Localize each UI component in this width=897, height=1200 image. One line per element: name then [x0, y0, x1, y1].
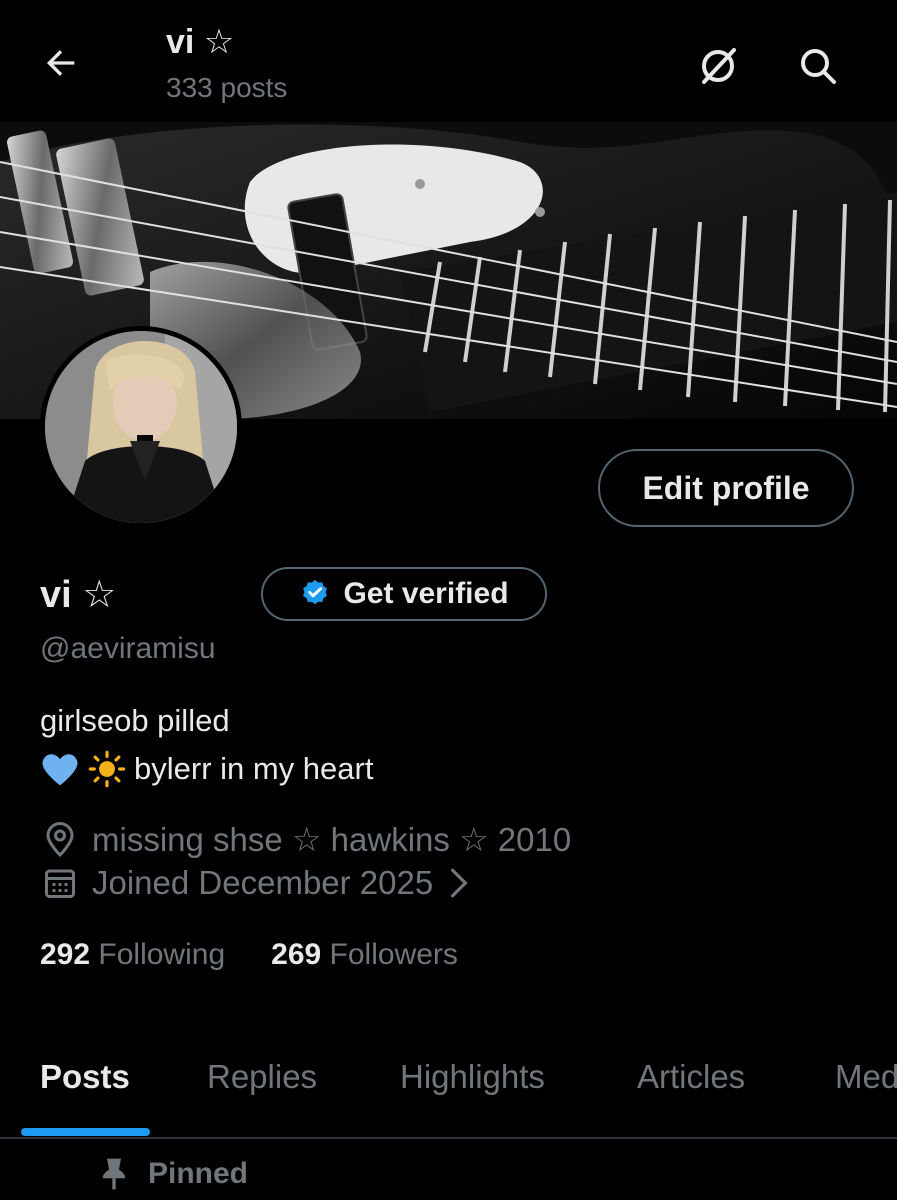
bio-line-1: girlseob pilled: [40, 703, 230, 738]
tab-divider: [0, 1137, 897, 1139]
location-text: missing shse ☆ hawkins ☆ 2010: [92, 821, 572, 858]
pinned-label: Pinned: [148, 1157, 249, 1190]
arrow-left-icon: [46, 50, 75, 76]
location-pin-icon: [46, 821, 74, 857]
following-count: 292: [40, 938, 91, 971]
tab-replies[interactable]: Replies: [207, 1058, 317, 1096]
tab-highlights[interactable]: Highlights: [400, 1058, 545, 1096]
active-tab-indicator: [21, 1128, 150, 1136]
back-button[interactable]: [38, 40, 84, 86]
grok-button[interactable]: [690, 38, 746, 94]
verified-badge-icon: [303, 580, 328, 605]
profile-avatar[interactable]: [40, 326, 242, 528]
bio-line-2-text: bylerr in my heart: [134, 751, 374, 786]
blue-heart-icon: [42, 754, 78, 786]
joined-text: Joined December 2025: [92, 864, 434, 901]
follow-stats: 292 Following 269 Followers: [40, 938, 458, 972]
followers-label: Followers: [329, 938, 458, 971]
profile-location: missing shse ☆ hawkins ☆ 2010: [42, 820, 571, 859]
chevron-right-icon: [451, 868, 468, 898]
get-verified-label: Get verified: [343, 577, 509, 610]
profile-joined-date[interactable]: Joined December 2025: [42, 864, 471, 902]
bio-line-2: bylerr in my heart: [40, 750, 373, 788]
profile-handle: @aeviramisu: [40, 632, 216, 665]
pinned-indicator: Pinned: [100, 1157, 248, 1191]
search-button[interactable]: [790, 38, 846, 94]
pin-icon: [102, 1158, 126, 1190]
tab-posts[interactable]: Posts: [40, 1058, 130, 1096]
avatar-photo: [45, 331, 237, 523]
following-label: Following: [98, 938, 226, 971]
header-title: vi ☆: [166, 23, 235, 61]
profile-display-name: vi ☆: [40, 574, 117, 616]
followers-count: 269: [271, 938, 322, 971]
sun-icon: [88, 750, 126, 788]
header-post-count: 333 posts: [166, 72, 288, 103]
edit-profile-button[interactable]: Edit profile: [598, 449, 854, 527]
search-icon: [801, 49, 836, 84]
get-verified-button[interactable]: Get verified: [261, 567, 547, 621]
tab-articles[interactable]: Articles: [637, 1058, 745, 1096]
followers-link[interactable]: 269 Followers: [271, 938, 458, 972]
tab-media[interactable]: Media: [835, 1058, 897, 1096]
following-link[interactable]: 292 Following: [40, 938, 225, 972]
grok-icon: [702, 48, 736, 84]
calendar-icon: [45, 869, 75, 898]
